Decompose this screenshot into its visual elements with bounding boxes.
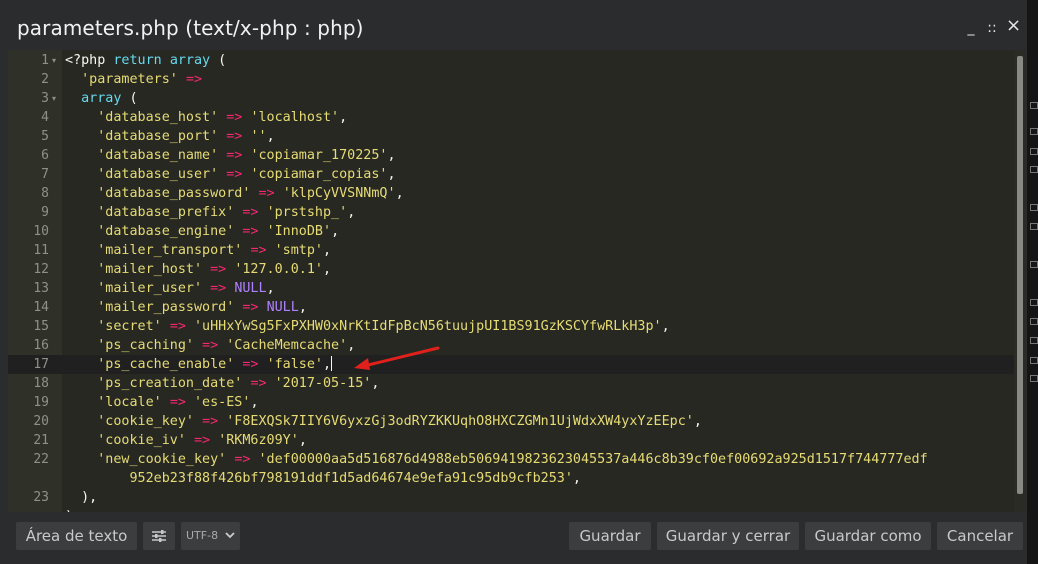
code-text: 'locale' => 'es-ES', bbox=[97, 395, 259, 410]
line-number: 1 bbox=[41, 53, 49, 68]
code-line[interactable]: 1 ▾ <?php return array ( bbox=[8, 51, 1014, 70]
encoding-select[interactable]: UTF-8 bbox=[181, 522, 240, 550]
line-number: 20 bbox=[33, 414, 49, 429]
line-number: 10 bbox=[33, 224, 49, 239]
code-line[interactable]: 12 'mailer_host' => '127.0.0.1', bbox=[8, 260, 1014, 279]
sliders-icon bbox=[152, 530, 166, 542]
code-line[interactable]: 13 'mailer_user' => NULL, bbox=[8, 279, 1014, 298]
line-number: 14 bbox=[33, 300, 49, 315]
line-number: 21 bbox=[33, 433, 49, 448]
code-line[interactable]: 20 'cookie_key' => 'F8EXQSk7IIY6V6yxzGj3… bbox=[8, 412, 1014, 431]
code-text: 'database_user' => 'copiamar_copias', bbox=[97, 167, 396, 182]
chevron-down-icon bbox=[225, 532, 235, 539]
scrollbar-thumb[interactable] bbox=[1017, 56, 1023, 494]
line-number: 17 bbox=[33, 357, 49, 372]
code-line[interactable]: 19 'locale' => 'es-ES', bbox=[8, 393, 1014, 412]
encoding-value: UTF-8 bbox=[186, 529, 219, 542]
line-number: 19 bbox=[33, 395, 49, 410]
code-text: 'mailer_password' => NULL, bbox=[97, 300, 307, 315]
line-number: 2 bbox=[41, 72, 49, 87]
cancel-button[interactable]: Cancelar bbox=[937, 522, 1023, 550]
line-number: 16 bbox=[33, 338, 49, 353]
code-text: 952eb23f88f426bf798191ddf1d5ad64674e9efa… bbox=[65, 471, 581, 486]
settings-sliders-button[interactable] bbox=[143, 522, 175, 550]
text-cursor bbox=[331, 356, 333, 371]
code-line[interactable]: 7 'database_user' => 'copiamar_copias', bbox=[8, 165, 1014, 184]
code-text: <?php return array ( bbox=[65, 53, 227, 68]
code-text: 'mailer_user' => NULL, bbox=[97, 281, 275, 296]
dialog-title: parameters.php (text/x-php : php) bbox=[17, 16, 364, 40]
save-as-button[interactable]: Guardar como bbox=[805, 522, 931, 550]
line-number: 9 bbox=[41, 205, 49, 220]
save-and-close-button[interactable]: Guardar y cerrar bbox=[657, 522, 799, 550]
code-editor[interactable]: 1 ▾ <?php return array (2 'parameters' => 3… bbox=[8, 50, 1026, 512]
code-text: 'mailer_transport' => 'smtp', bbox=[97, 243, 332, 258]
line-number: 6 bbox=[41, 148, 49, 163]
code-line[interactable]: 5 'database_port' => '', bbox=[8, 127, 1014, 146]
code-line[interactable]: 17 'ps_cache_enable' => 'false', bbox=[8, 355, 1014, 374]
code-text: ), bbox=[65, 490, 98, 505]
close-icon[interactable]: × bbox=[1006, 17, 1021, 35]
code-editor-dialog: parameters.php (text/x-php : php) _ :: ×… bbox=[0, 0, 1038, 564]
code-text: 'parameters' => bbox=[81, 72, 203, 87]
code-line[interactable]: 23 ), bbox=[8, 488, 1014, 507]
code-text: 'mailer_host' => '127.0.0.1', bbox=[97, 262, 332, 277]
code-text: 'database_engine' => 'InnoDB', bbox=[97, 224, 340, 239]
code-text: 'database_prefix' => 'prstshp_', bbox=[97, 205, 356, 220]
code-text: 'cookie_iv' => 'RKM6z09Y', bbox=[97, 433, 307, 448]
save-button[interactable]: Guardar bbox=[569, 522, 651, 550]
code-text: 'ps_creation_date' => '2017-05-15', bbox=[97, 376, 380, 391]
fold-arrow-icon[interactable]: ▾ bbox=[52, 51, 56, 70]
code-text: 'database_port' => '', bbox=[97, 129, 275, 144]
code-line[interactable]: 3 ▾ array ( bbox=[8, 89, 1014, 108]
code-line[interactable]: 16 'ps_caching' => 'CacheMemcache', bbox=[8, 336, 1014, 355]
code-line[interactable]: 2 'parameters' => bbox=[8, 70, 1014, 89]
code-text: 'database_name' => 'copiamar_170225', bbox=[97, 148, 396, 163]
annotation-arrow bbox=[354, 346, 440, 370]
line-number: 12 bbox=[33, 262, 49, 277]
code-text: 'database_host' => 'localhost', bbox=[97, 110, 348, 125]
code-line[interactable]: 21 'cookie_iv' => 'RKM6z09Y', bbox=[8, 431, 1014, 450]
code-text: array ( bbox=[81, 91, 138, 106]
code-line[interactable]: 10 'database_engine' => 'InnoDB', bbox=[8, 222, 1014, 241]
code-line[interactable]: 4 'database_host' => 'localhost', bbox=[8, 108, 1014, 127]
maximize-icon[interactable]: :: bbox=[985, 20, 999, 36]
line-number: 11 bbox=[33, 243, 49, 258]
fold-arrow-icon[interactable]: ▾ bbox=[52, 89, 56, 108]
code-text: 'new_cookie_key' => 'def00000aa5d516876d… bbox=[97, 452, 928, 467]
line-number: 15 bbox=[33, 319, 49, 334]
code-text: 'database_password' => 'klpCyVVSNNmQ', bbox=[97, 186, 404, 201]
code-line[interactable]: 15 'secret' => 'uHHxYwSg5FxPXHW0xNrKtIdF… bbox=[8, 317, 1014, 336]
line-number: 4 bbox=[41, 110, 49, 125]
background-window-edge bbox=[1027, 0, 1038, 564]
code-line[interactable]: 18 'ps_creation_date' => '2017-05-15', bbox=[8, 374, 1014, 393]
line-number: 18 bbox=[33, 376, 49, 391]
line-number: 13 bbox=[33, 281, 49, 296]
code-line[interactable]: 9 'database_prefix' => 'prstshp_', bbox=[8, 203, 1014, 222]
vertical-scrollbar[interactable] bbox=[1014, 50, 1026, 512]
code-text: 'ps_cache_enable' => 'false', bbox=[97, 356, 333, 372]
code-text: 'ps_caching' => 'CacheMemcache', bbox=[97, 338, 356, 353]
code-line[interactable]: 22 'new_cookie_key' => 'def00000aa5d5168… bbox=[8, 450, 1014, 469]
code-text: 'cookie_key' => 'F8EXQSk7IIY6V6yxzGj3odR… bbox=[97, 414, 702, 429]
minimize-icon[interactable]: _ bbox=[964, 20, 978, 36]
line-number: 5 bbox=[41, 129, 49, 144]
code-line[interactable]: 11 'mailer_transport' => 'smtp', bbox=[8, 241, 1014, 260]
code-line[interactable]: 952eb23f88f426bf798191ddf1d5ad64674e9efa… bbox=[8, 469, 1014, 488]
line-number: 7 bbox=[41, 167, 49, 182]
line-number: 3 bbox=[41, 91, 49, 106]
line-number: 23 bbox=[33, 490, 49, 505]
line-number: 8 bbox=[41, 186, 49, 201]
text-area-button[interactable]: Área de texto bbox=[16, 522, 137, 550]
code-line[interactable]: 6 'database_name' => 'copiamar_170225', bbox=[8, 146, 1014, 165]
code-line[interactable]: 8 'database_password' => 'klpCyVVSNNmQ', bbox=[8, 184, 1014, 203]
line-number: 22 bbox=[33, 452, 49, 467]
code-text: 'secret' => 'uHHxYwSg5FxPXHW0xNrKtIdFpBc… bbox=[97, 319, 670, 334]
code-line[interactable]: 14 'mailer_password' => NULL, bbox=[8, 298, 1014, 317]
